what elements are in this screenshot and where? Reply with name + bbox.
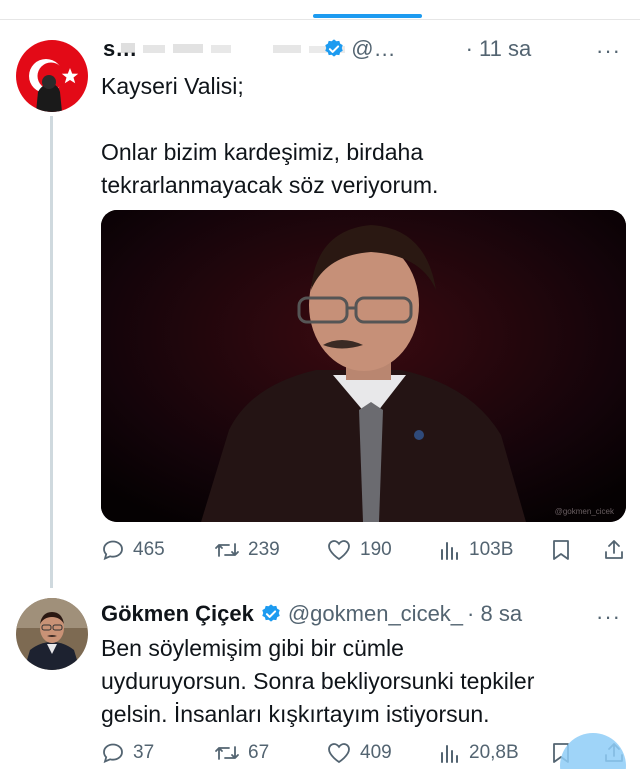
views-button[interactable]: 103B <box>439 538 550 562</box>
thread-connector-line <box>50 116 53 588</box>
author-name[interactable]: Gökmen Çiçek <box>101 601 254 627</box>
reply-count: 37 <box>133 742 155 763</box>
retweet-icon <box>215 746 239 760</box>
photo-credit: @gokmen_cicek <box>554 507 614 516</box>
bookmark-button[interactable] <box>550 538 603 562</box>
reply-count: 465 <box>133 539 165 560</box>
author-handle[interactable]: @… <box>351 36 395 62</box>
views-count: 103B <box>469 539 514 560</box>
author-handle[interactable]: @gokmen_cicek_ <box>288 601 463 627</box>
reply-button[interactable]: 37 <box>101 741 214 765</box>
tweet-actions: 465 239 190 103B <box>101 533 626 567</box>
views-icon <box>441 542 458 560</box>
reply-button[interactable]: 465 <box>101 538 214 562</box>
retweet-count: 239 <box>248 539 280 560</box>
tweet-header: s… @… · 11 sa <box>103 36 531 62</box>
tweet-text: Ben söylemişim gibi bir cümle uyduruyors… <box>101 635 535 727</box>
retweet-button[interactable]: 239 <box>214 538 326 562</box>
more-options-icon[interactable]: ··· <box>596 604 621 630</box>
views-icon <box>441 745 458 763</box>
top-tab-indicator <box>313 14 422 18</box>
tweet-timestamp[interactable]: · 8 sa <box>467 601 522 627</box>
avatar[interactable] <box>16 40 88 112</box>
like-button[interactable]: 409 <box>326 741 439 765</box>
verified-badge-icon <box>262 604 280 622</box>
author-name[interactable]: s… <box>103 36 137 62</box>
retweet-icon <box>215 543 239 557</box>
views-button[interactable]: 20,8B <box>439 741 550 765</box>
share-icon <box>605 540 623 559</box>
tweet-actions: 37 67 409 20,8B <box>101 736 626 769</box>
tweet-text: Kayseri Valisi; Onlar bizim kardeşimiz, … <box>101 73 439 198</box>
retweet-button[interactable]: 67 <box>214 741 326 765</box>
like-icon <box>328 540 350 561</box>
reply-icon <box>103 743 123 764</box>
share-button[interactable] <box>603 538 625 562</box>
avatar[interactable] <box>16 598 88 670</box>
tweet-header: Gökmen Çiçek @gokmen_cicek_ · 8 sa <box>101 601 522 627</box>
like-count: 190 <box>360 539 392 560</box>
like-icon <box>328 743 350 764</box>
views-count: 20,8B <box>469 742 519 763</box>
tweet-timestamp[interactable]: · 11 sa <box>466 36 532 62</box>
retweet-count: 67 <box>248 742 270 763</box>
top-divider <box>0 19 640 20</box>
reply-icon <box>103 540 123 561</box>
verified-badge-icon <box>325 39 343 57</box>
tweet-photo[interactable]: @gokmen_cicek <box>101 210 626 522</box>
like-count: 409 <box>360 742 392 763</box>
bookmark-icon <box>553 540 569 560</box>
more-options-icon[interactable]: ··· <box>596 38 621 64</box>
like-button[interactable]: 190 <box>326 538 439 562</box>
